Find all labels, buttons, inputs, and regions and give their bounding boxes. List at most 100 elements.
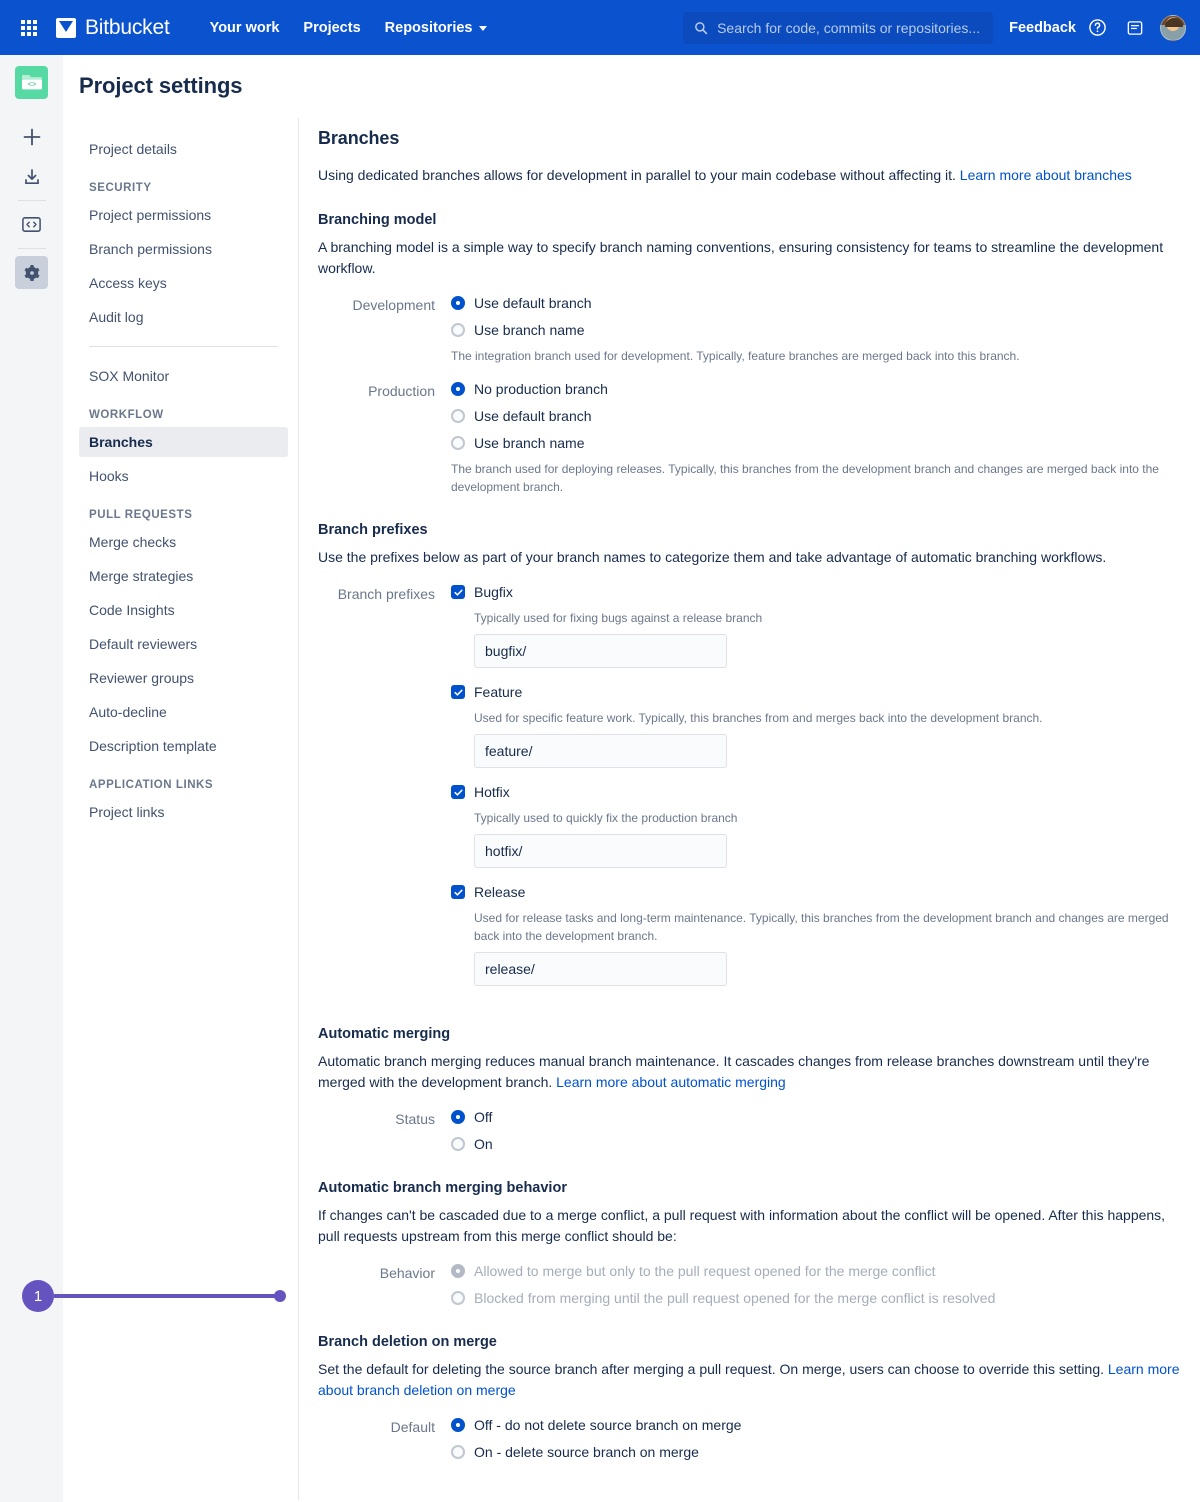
sidebar-item-access-keys[interactable]: Access keys xyxy=(79,268,288,298)
project-avatar-icon[interactable]: <> xyxy=(15,66,48,99)
sidebar-heading-workflow: WORKFLOW xyxy=(89,409,164,421)
sidebar-item-branches[interactable]: Branches xyxy=(79,427,288,457)
radio-icon xyxy=(451,1418,465,1432)
sidebar-heading-pull-requests: PULL REQUESTS xyxy=(89,509,193,521)
prefix-feature-toggle[interactable]: Feature xyxy=(451,682,1180,702)
notifications-icon[interactable] xyxy=(1118,11,1152,45)
content-divider xyxy=(298,118,299,1500)
production-option-use-default-branch[interactable]: Use default branch xyxy=(451,406,1180,426)
branch-deletion-option-off[interactable]: Off - do not delete source branch on mer… xyxy=(451,1415,1180,1435)
branch-prefixes-description: Use the prefixes below as part of your b… xyxy=(318,549,1107,565)
production-option-no-production-branch[interactable]: No production branch xyxy=(451,379,1180,399)
avatar[interactable] xyxy=(1160,14,1186,41)
global-search[interactable] xyxy=(683,11,994,44)
branch-deletion-option-label: On - delete source branch on merge xyxy=(474,1444,699,1460)
automatic-merging-title: Automatic merging xyxy=(318,1026,451,1042)
prefix-bugfix-input[interactable] xyxy=(474,634,727,668)
status-option-off[interactable]: Off xyxy=(451,1107,1180,1127)
nav-projects[interactable]: Projects xyxy=(291,14,372,42)
behavior-option-blocked: Blocked from merging until the pull requ… xyxy=(451,1288,1180,1308)
page-root: Bitbucket Your work Projects Repositorie… xyxy=(0,0,1200,1502)
sidebar-item-code-insights[interactable]: Code Insights xyxy=(79,595,288,625)
branch-deletion-title: Branch deletion on merge xyxy=(318,1334,497,1350)
behavior-option-label: Allowed to merge but only to the pull re… xyxy=(474,1263,936,1279)
sidebar-item-merge-checks[interactable]: Merge checks xyxy=(79,527,288,557)
sidebar-item-branch-permissions[interactable]: Branch permissions xyxy=(79,234,288,264)
sidebar-item-project-permissions[interactable]: Project permissions xyxy=(79,200,288,230)
svg-text:<>: <> xyxy=(27,81,36,89)
branch-deletion-description: Set the default for deleting the source … xyxy=(318,1359,1180,1401)
sidebar-item-description-template[interactable]: Description template xyxy=(79,731,288,761)
rail-divider xyxy=(17,200,46,201)
bitbucket-home-link[interactable]: Bitbucket xyxy=(56,16,170,40)
learn-more-branches-link[interactable]: Learn more about branches xyxy=(960,167,1132,183)
merging-behavior-title: Automatic branch merging behavior xyxy=(318,1180,567,1196)
nav-repositories[interactable]: Repositories xyxy=(373,14,499,42)
source-icon[interactable] xyxy=(15,208,48,241)
sidebar-item-audit-log[interactable]: Audit log xyxy=(79,302,288,332)
radio-icon xyxy=(451,1137,465,1151)
prefix-bugfix-hint: Typically used for fixing bugs against a… xyxy=(474,611,763,625)
prefix-bugfix: Bugfix Typically used for fixing bugs ag… xyxy=(451,582,1180,668)
annotation-endpoint-dot xyxy=(274,1290,286,1302)
sidebar-item-project-links[interactable]: Project links xyxy=(79,797,288,827)
prefix-feature-input[interactable] xyxy=(474,734,727,768)
checkbox-icon xyxy=(451,685,465,699)
help-icon[interactable] xyxy=(1080,11,1114,45)
status-option-on[interactable]: On xyxy=(451,1134,1180,1154)
learn-more-automatic-merging-link[interactable]: Learn more about automatic merging xyxy=(556,1074,786,1090)
rail-divider-2 xyxy=(17,248,46,249)
status-option-label: On xyxy=(474,1136,493,1152)
sidebar-item-auto-decline[interactable]: Auto-decline xyxy=(79,697,288,727)
sidebar-item-project-details[interactable]: Project details xyxy=(79,134,288,164)
global-navigation-bar: Bitbucket Your work Projects Repositorie… xyxy=(0,0,1200,55)
prefix-release-toggle[interactable]: Release xyxy=(451,882,1180,902)
nav-your-work[interactable]: Your work xyxy=(198,14,292,42)
production-option-label: Use default branch xyxy=(474,408,592,424)
prefix-hotfix-toggle[interactable]: Hotfix xyxy=(451,782,1180,802)
sidebar-heading-security: SECURITY xyxy=(89,182,152,194)
sidebar-heading-application-links: APPLICATION LINKS xyxy=(89,779,214,791)
branching-model-title: Branching model xyxy=(318,212,437,228)
sidebar-item-merge-strategies[interactable]: Merge strategies xyxy=(79,561,288,591)
feedback-button[interactable]: Feedback xyxy=(1009,20,1076,36)
status-label: Status xyxy=(395,1111,435,1127)
create-icon[interactable] xyxy=(15,120,48,153)
prefix-release-input[interactable] xyxy=(474,952,727,986)
settings-icon[interactable] xyxy=(15,256,48,289)
radio-icon xyxy=(451,1264,465,1278)
chevron-down-icon xyxy=(478,26,487,31)
prefix-hotfix-hint: Typically used to quickly fix the produc… xyxy=(474,811,738,825)
radio-icon xyxy=(451,409,465,423)
radio-icon xyxy=(451,323,465,337)
branch-deletion-field: Default Off - do not delete source branc… xyxy=(318,1415,1180,1462)
clone-icon[interactable] xyxy=(15,160,48,193)
sidebar-item-reviewer-groups[interactable]: Reviewer groups xyxy=(79,663,288,693)
prefix-feature-label: Feature xyxy=(474,684,523,700)
prefix-bugfix-toggle[interactable]: Bugfix xyxy=(451,582,1180,602)
branches-intro-text: Using dedicated branches allows for deve… xyxy=(318,167,960,183)
production-option-use-branch-name[interactable]: Use branch name xyxy=(451,433,1180,453)
branches-title: Branches xyxy=(318,128,400,148)
nav-projects-label: Projects xyxy=(303,19,361,36)
radio-icon xyxy=(451,1110,465,1124)
development-label: Development xyxy=(352,297,436,313)
production-field: Production No production branch Use defa… xyxy=(318,379,1180,496)
search-input[interactable] xyxy=(717,19,983,36)
production-option-label: Use branch name xyxy=(474,435,585,451)
status-option-label: Off xyxy=(474,1109,493,1125)
branch-deletion-option-on[interactable]: On - delete source branch on merge xyxy=(451,1442,1180,1462)
radio-icon xyxy=(451,1291,465,1305)
sidebar-item-default-reviewers[interactable]: Default reviewers xyxy=(79,629,288,659)
development-option-use-default-branch[interactable]: Use default branch xyxy=(451,293,1180,313)
prefix-hotfix-input[interactable] xyxy=(474,834,727,868)
page-header: Project settings xyxy=(63,55,1200,116)
sidebar-item-hooks[interactable]: Hooks xyxy=(79,461,288,491)
app-switcher-icon[interactable] xyxy=(12,19,46,36)
sidebar-item-sox-monitor[interactable]: SOX Monitor xyxy=(79,361,288,391)
page-title: Project settings xyxy=(79,72,243,98)
behavior-label: Behavior xyxy=(379,1265,435,1281)
merging-behavior-field: Behavior Allowed to merge but only to th… xyxy=(318,1261,1180,1308)
development-option-use-branch-name[interactable]: Use branch name xyxy=(451,320,1180,340)
annotation-callout-1: 1 xyxy=(22,1280,286,1312)
